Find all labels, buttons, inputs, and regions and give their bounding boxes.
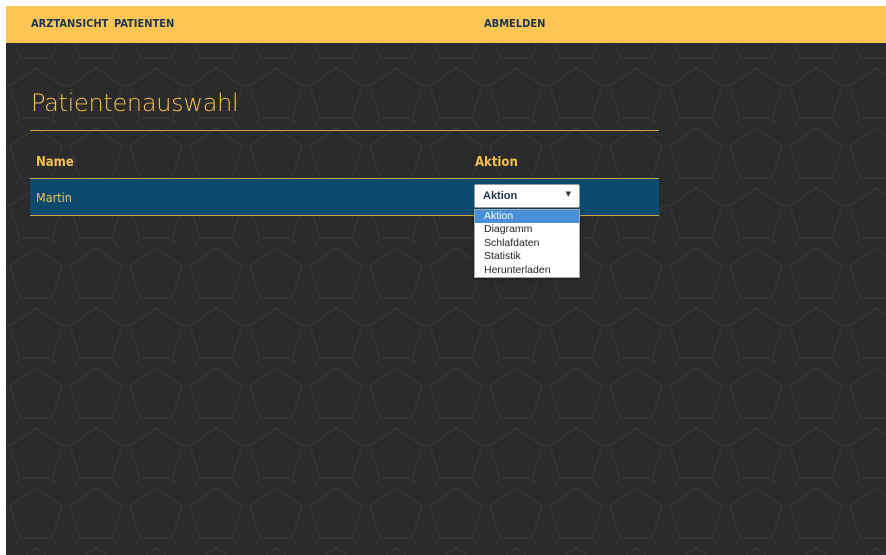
page-title: Patientenauswahl (31, 89, 239, 117)
option-aktion[interactable]: Aktion (475, 210, 579, 224)
option-schlafdaten[interactable]: Schlafdaten (475, 237, 579, 250)
title-divider (30, 130, 659, 131)
patient-name: Martin (36, 190, 72, 205)
top-navbar: ARZTANSICHT PATIENTEN ABMELDEN (6, 6, 886, 43)
nav-abmelden-link[interactable]: ABMELDEN (484, 17, 545, 30)
action-select-value: Aktion (483, 190, 518, 202)
app-viewport: ARZTANSICHT PATIENTEN ABMELDEN Patienten… (6, 6, 886, 555)
option-diagramm[interactable]: Diagramm (475, 223, 579, 236)
action-select[interactable]: Aktion ▼ (474, 184, 580, 208)
nav-patienten-link[interactable]: PATIENTEN (114, 17, 174, 30)
nav-arztansicht-link[interactable]: ARZTANSICHT (31, 17, 108, 30)
chevron-down-icon: ▼ (565, 190, 571, 198)
action-dropdown-list: Aktion Diagramm Schlafdaten Statistik He… (474, 209, 580, 278)
column-header-name: Name (36, 155, 74, 170)
option-herunterladen[interactable]: Herunterladen (475, 264, 579, 277)
option-statistik[interactable]: Statistik (475, 250, 579, 263)
column-header-aktion: Aktion (475, 155, 518, 170)
